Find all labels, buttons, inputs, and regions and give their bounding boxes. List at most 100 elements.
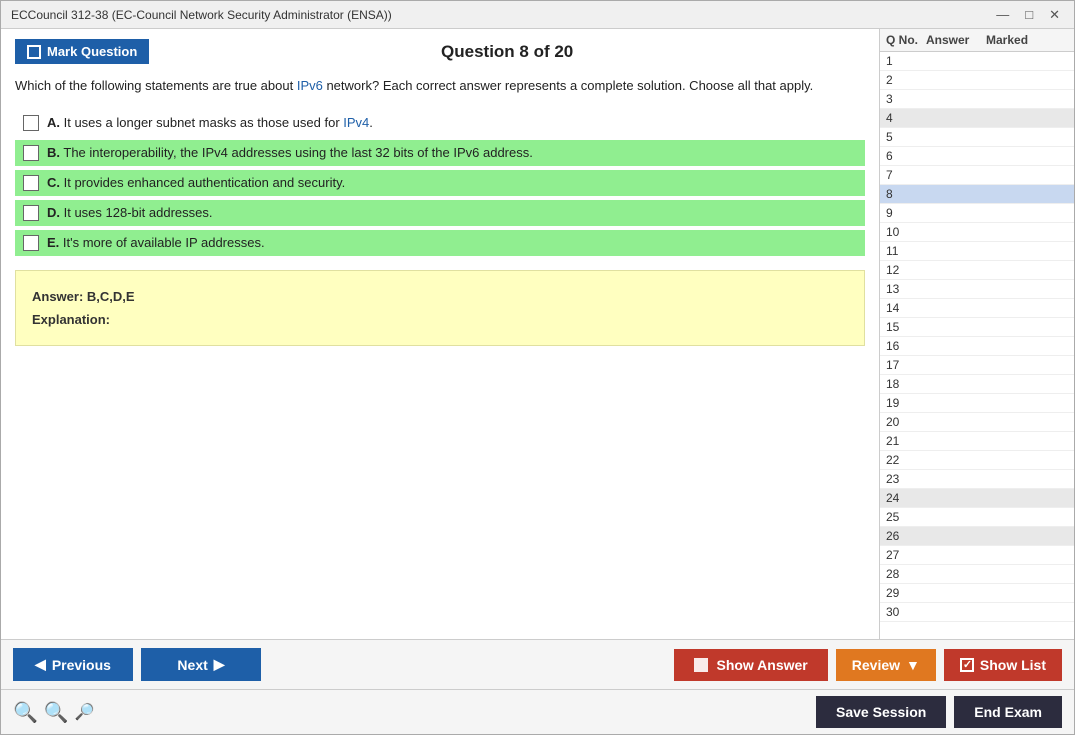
row-answer [926,586,986,600]
row-num: 29 [886,586,926,600]
row-marked [986,92,1046,106]
table-row[interactable]: 23 [880,470,1074,489]
row-marked [986,586,1046,600]
previous-button[interactable]: ◀ Previous [13,648,133,681]
zoom-out-button[interactable]: 🔎 [75,702,95,722]
row-num: 26 [886,529,926,543]
row-marked [986,187,1046,201]
table-row[interactable]: 17 [880,356,1074,375]
option-a-checkbox[interactable] [23,115,39,131]
table-row[interactable]: 28 [880,565,1074,584]
row-num: 6 [886,149,926,163]
row-num: 28 [886,567,926,581]
option-c-text: C. It provides enhanced authentication a… [47,175,345,190]
table-row[interactable]: 16 [880,337,1074,356]
table-row[interactable]: 29 [880,584,1074,603]
row-marked [986,168,1046,182]
previous-label: Previous [52,657,111,673]
table-row[interactable]: 2 [880,71,1074,90]
row-marked [986,206,1046,220]
table-row[interactable]: 5 [880,128,1074,147]
table-row[interactable]: 20 [880,413,1074,432]
table-row[interactable]: 8 [880,185,1074,204]
row-answer [926,130,986,144]
table-row[interactable]: 6 [880,147,1074,166]
option-c[interactable]: C. It provides enhanced authentication a… [15,170,865,196]
explanation-text: Explanation: [32,308,848,331]
row-answer [926,548,986,562]
row-num: 30 [886,605,926,619]
row-answer [926,282,986,296]
table-row[interactable]: 26 [880,527,1074,546]
table-row[interactable]: 11 [880,242,1074,261]
q-table-body[interactable]: 1 2 3 4 5 6 7 8 9 10 11 [880,52,1074,639]
minimize-button[interactable]: — [992,7,1013,22]
end-exam-button[interactable]: End Exam [954,696,1062,728]
row-marked [986,54,1046,68]
row-answer [926,54,986,68]
row-num: 15 [886,320,926,334]
table-row[interactable]: 9 [880,204,1074,223]
main-content: Mark Question Question 8 of 20 Which of … [1,29,1074,639]
show-answer-icon [694,658,708,672]
table-row[interactable]: 12 [880,261,1074,280]
table-row[interactable]: 1 [880,52,1074,71]
table-row[interactable]: 18 [880,375,1074,394]
table-row[interactable]: 15 [880,318,1074,337]
close-button[interactable]: ✕ [1045,7,1064,23]
row-answer [926,567,986,581]
show-answer-button[interactable]: Show Answer [674,649,827,681]
zoom-in-button[interactable]: 🔍 [13,700,38,725]
option-d[interactable]: D. It uses 128-bit addresses. [15,200,865,226]
option-b-checkbox[interactable] [23,145,39,161]
col-marked: Marked [986,33,1046,47]
row-answer [926,111,986,125]
table-row[interactable]: 21 [880,432,1074,451]
show-list-button[interactable]: ✓ Show List [944,649,1062,681]
row-marked [986,225,1046,239]
col-answer: Answer [926,33,986,47]
option-e[interactable]: E. It's more of available IP addresses. [15,230,865,256]
option-e-checkbox[interactable] [23,235,39,251]
table-row[interactable]: 24 [880,489,1074,508]
row-marked [986,130,1046,144]
row-marked [986,434,1046,448]
option-b[interactable]: B. The interoperability, the IPv4 addres… [15,140,865,166]
table-row[interactable]: 22 [880,451,1074,470]
table-row[interactable]: 14 [880,299,1074,318]
q-table-header: Q No. Answer Marked [880,29,1074,52]
maximize-button[interactable]: □ [1021,7,1037,22]
row-answer [926,472,986,486]
mark-question-button[interactable]: Mark Question [15,39,149,64]
save-session-button[interactable]: Save Session [816,696,946,728]
table-row[interactable]: 25 [880,508,1074,527]
row-answer [926,415,986,429]
option-b-text: B. The interoperability, the IPv4 addres… [47,145,533,160]
row-num: 4 [886,111,926,125]
row-answer [926,491,986,505]
table-row[interactable]: 13 [880,280,1074,299]
row-num: 8 [886,187,926,201]
table-row[interactable]: 7 [880,166,1074,185]
next-button[interactable]: Next ▶ [141,648,261,681]
option-a[interactable]: A. It uses a longer subnet masks as thos… [15,110,865,136]
table-row[interactable]: 27 [880,546,1074,565]
row-num: 12 [886,263,926,277]
next-label: Next [177,657,207,673]
zoom-reset-button[interactable]: 🔍 [44,700,69,725]
row-answer [926,605,986,619]
review-dropdown-icon: ▼ [906,657,920,673]
review-button[interactable]: Review ▼ [836,649,936,681]
option-e-text: E. It's more of available IP addresses. [47,235,265,250]
table-row[interactable]: 4 [880,109,1074,128]
row-marked [986,453,1046,467]
table-row[interactable]: 30 [880,603,1074,622]
table-row[interactable]: 3 [880,90,1074,109]
table-row[interactable]: 19 [880,394,1074,413]
row-answer [926,244,986,258]
option-d-checkbox[interactable] [23,205,39,221]
row-marked [986,510,1046,524]
option-c-checkbox[interactable] [23,175,39,191]
row-answer [926,301,986,315]
table-row[interactable]: 10 [880,223,1074,242]
